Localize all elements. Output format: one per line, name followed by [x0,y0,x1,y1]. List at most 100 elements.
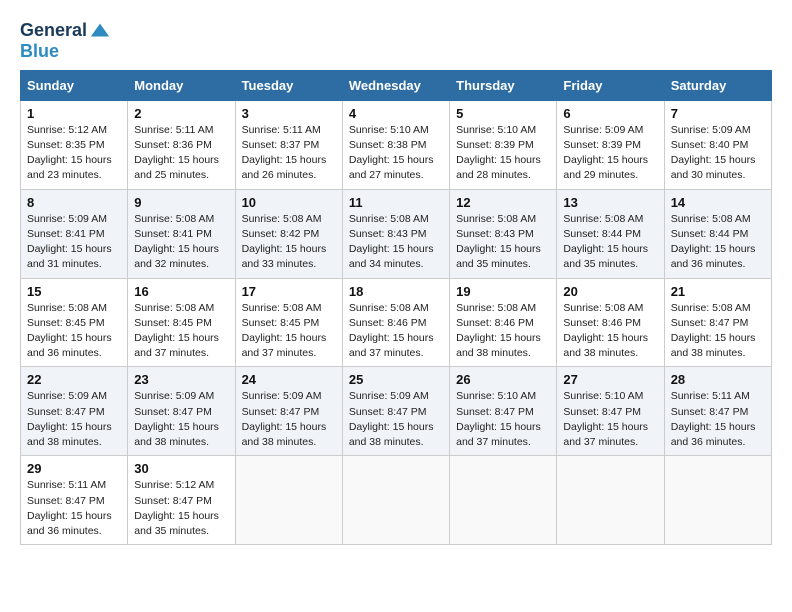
day-info: Sunrise: 5:10 AMSunset: 8:47 PMDaylight:… [456,390,541,448]
day-info: Sunrise: 5:11 AMSunset: 8:37 PMDaylight:… [242,124,327,182]
day-info: Sunrise: 5:12 AMSunset: 8:35 PMDaylight:… [27,124,112,182]
weekday-header-thursday: Thursday [450,70,557,100]
day-number: 20 [563,284,657,299]
day-number: 27 [563,372,657,387]
day-number: 29 [27,461,121,476]
weekday-header-tuesday: Tuesday [235,70,342,100]
calendar-week-4: 22 Sunrise: 5:09 AMSunset: 8:47 PMDaylig… [21,367,772,456]
day-number: 15 [27,284,121,299]
calendar-cell: 28 Sunrise: 5:11 AMSunset: 8:47 PMDaylig… [664,367,771,456]
day-info: Sunrise: 5:12 AMSunset: 8:47 PMDaylight:… [134,479,219,537]
day-number: 8 [27,195,121,210]
day-number: 9 [134,195,228,210]
day-number: 17 [242,284,336,299]
calendar-cell: 22 Sunrise: 5:09 AMSunset: 8:47 PMDaylig… [21,367,128,456]
calendar-cell: 27 Sunrise: 5:10 AMSunset: 8:47 PMDaylig… [557,367,664,456]
day-number: 3 [242,106,336,121]
calendar-cell: 18 Sunrise: 5:08 AMSunset: 8:46 PMDaylig… [342,278,449,367]
day-number: 18 [349,284,443,299]
calendar-cell: 6 Sunrise: 5:09 AMSunset: 8:39 PMDayligh… [557,100,664,189]
day-info: Sunrise: 5:08 AMSunset: 8:45 PMDaylight:… [27,302,112,360]
day-info: Sunrise: 5:09 AMSunset: 8:47 PMDaylight:… [349,390,434,448]
day-info: Sunrise: 5:11 AMSunset: 8:36 PMDaylight:… [134,124,219,182]
calendar-cell [342,456,449,545]
calendar-cell: 4 Sunrise: 5:10 AMSunset: 8:38 PMDayligh… [342,100,449,189]
logo-icon [89,20,111,42]
day-info: Sunrise: 5:08 AMSunset: 8:46 PMDaylight:… [563,302,648,360]
day-number: 14 [671,195,765,210]
calendar-cell: 3 Sunrise: 5:11 AMSunset: 8:37 PMDayligh… [235,100,342,189]
calendar-cell: 7 Sunrise: 5:09 AMSunset: 8:40 PMDayligh… [664,100,771,189]
calendar-body: 1 Sunrise: 5:12 AMSunset: 8:35 PMDayligh… [21,100,772,544]
weekday-header-saturday: Saturday [664,70,771,100]
calendar-cell: 24 Sunrise: 5:09 AMSunset: 8:47 PMDaylig… [235,367,342,456]
day-number: 5 [456,106,550,121]
day-number: 12 [456,195,550,210]
day-number: 28 [671,372,765,387]
day-info: Sunrise: 5:08 AMSunset: 8:43 PMDaylight:… [456,213,541,271]
day-info: Sunrise: 5:08 AMSunset: 8:44 PMDaylight:… [671,213,756,271]
calendar-cell: 15 Sunrise: 5:08 AMSunset: 8:45 PMDaylig… [21,278,128,367]
day-number: 24 [242,372,336,387]
day-number: 30 [134,461,228,476]
calendar-cell: 17 Sunrise: 5:08 AMSunset: 8:45 PMDaylig… [235,278,342,367]
day-number: 26 [456,372,550,387]
calendar-cell: 13 Sunrise: 5:08 AMSunset: 8:44 PMDaylig… [557,189,664,278]
day-number: 13 [563,195,657,210]
day-number: 2 [134,106,228,121]
calendar-cell: 10 Sunrise: 5:08 AMSunset: 8:42 PMDaylig… [235,189,342,278]
day-info: Sunrise: 5:08 AMSunset: 8:47 PMDaylight:… [671,302,756,360]
calendar-cell: 21 Sunrise: 5:08 AMSunset: 8:47 PMDaylig… [664,278,771,367]
calendar-cell: 11 Sunrise: 5:08 AMSunset: 8:43 PMDaylig… [342,189,449,278]
weekday-header-monday: Monday [128,70,235,100]
day-info: Sunrise: 5:10 AMSunset: 8:47 PMDaylight:… [563,390,648,448]
day-number: 10 [242,195,336,210]
calendar-cell: 9 Sunrise: 5:08 AMSunset: 8:41 PMDayligh… [128,189,235,278]
calendar-cell: 20 Sunrise: 5:08 AMSunset: 8:46 PMDaylig… [557,278,664,367]
calendar-week-5: 29 Sunrise: 5:11 AMSunset: 8:47 PMDaylig… [21,456,772,545]
calendar-cell: 23 Sunrise: 5:09 AMSunset: 8:47 PMDaylig… [128,367,235,456]
day-number: 11 [349,195,443,210]
day-info: Sunrise: 5:11 AMSunset: 8:47 PMDaylight:… [671,390,756,448]
calendar-week-1: 1 Sunrise: 5:12 AMSunset: 8:35 PMDayligh… [21,100,772,189]
day-info: Sunrise: 5:09 AMSunset: 8:47 PMDaylight:… [27,390,112,448]
day-info: Sunrise: 5:10 AMSunset: 8:39 PMDaylight:… [456,124,541,182]
day-number: 7 [671,106,765,121]
calendar-header-row: SundayMondayTuesdayWednesdayThursdayFrid… [21,70,772,100]
day-info: Sunrise: 5:08 AMSunset: 8:43 PMDaylight:… [349,213,434,271]
day-number: 6 [563,106,657,121]
calendar-cell [664,456,771,545]
calendar-cell: 12 Sunrise: 5:08 AMSunset: 8:43 PMDaylig… [450,189,557,278]
calendar-table: SundayMondayTuesdayWednesdayThursdayFrid… [20,70,772,545]
day-info: Sunrise: 5:09 AMSunset: 8:39 PMDaylight:… [563,124,648,182]
page-header: General Blue [20,20,772,62]
day-info: Sunrise: 5:08 AMSunset: 8:45 PMDaylight:… [242,302,327,360]
day-number: 16 [134,284,228,299]
calendar-week-3: 15 Sunrise: 5:08 AMSunset: 8:45 PMDaylig… [21,278,772,367]
day-info: Sunrise: 5:09 AMSunset: 8:40 PMDaylight:… [671,124,756,182]
day-info: Sunrise: 5:09 AMSunset: 8:47 PMDaylight:… [134,390,219,448]
calendar-cell: 5 Sunrise: 5:10 AMSunset: 8:39 PMDayligh… [450,100,557,189]
day-info: Sunrise: 5:10 AMSunset: 8:38 PMDaylight:… [349,124,434,182]
logo: General Blue [20,20,111,62]
day-info: Sunrise: 5:08 AMSunset: 8:42 PMDaylight:… [242,213,327,271]
day-number: 25 [349,372,443,387]
day-info: Sunrise: 5:08 AMSunset: 8:44 PMDaylight:… [563,213,648,271]
day-info: Sunrise: 5:08 AMSunset: 8:45 PMDaylight:… [134,302,219,360]
calendar-cell: 14 Sunrise: 5:08 AMSunset: 8:44 PMDaylig… [664,189,771,278]
calendar-cell [557,456,664,545]
day-info: Sunrise: 5:09 AMSunset: 8:41 PMDaylight:… [27,213,112,271]
day-info: Sunrise: 5:09 AMSunset: 8:47 PMDaylight:… [242,390,327,448]
calendar-cell: 29 Sunrise: 5:11 AMSunset: 8:47 PMDaylig… [21,456,128,545]
calendar-cell: 26 Sunrise: 5:10 AMSunset: 8:47 PMDaylig… [450,367,557,456]
calendar-cell: 30 Sunrise: 5:12 AMSunset: 8:47 PMDaylig… [128,456,235,545]
calendar-week-2: 8 Sunrise: 5:09 AMSunset: 8:41 PMDayligh… [21,189,772,278]
day-info: Sunrise: 5:08 AMSunset: 8:46 PMDaylight:… [349,302,434,360]
weekday-header-sunday: Sunday [21,70,128,100]
calendar-cell: 16 Sunrise: 5:08 AMSunset: 8:45 PMDaylig… [128,278,235,367]
weekday-header-wednesday: Wednesday [342,70,449,100]
day-info: Sunrise: 5:08 AMSunset: 8:41 PMDaylight:… [134,213,219,271]
day-number: 22 [27,372,121,387]
calendar-cell: 25 Sunrise: 5:09 AMSunset: 8:47 PMDaylig… [342,367,449,456]
day-number: 19 [456,284,550,299]
